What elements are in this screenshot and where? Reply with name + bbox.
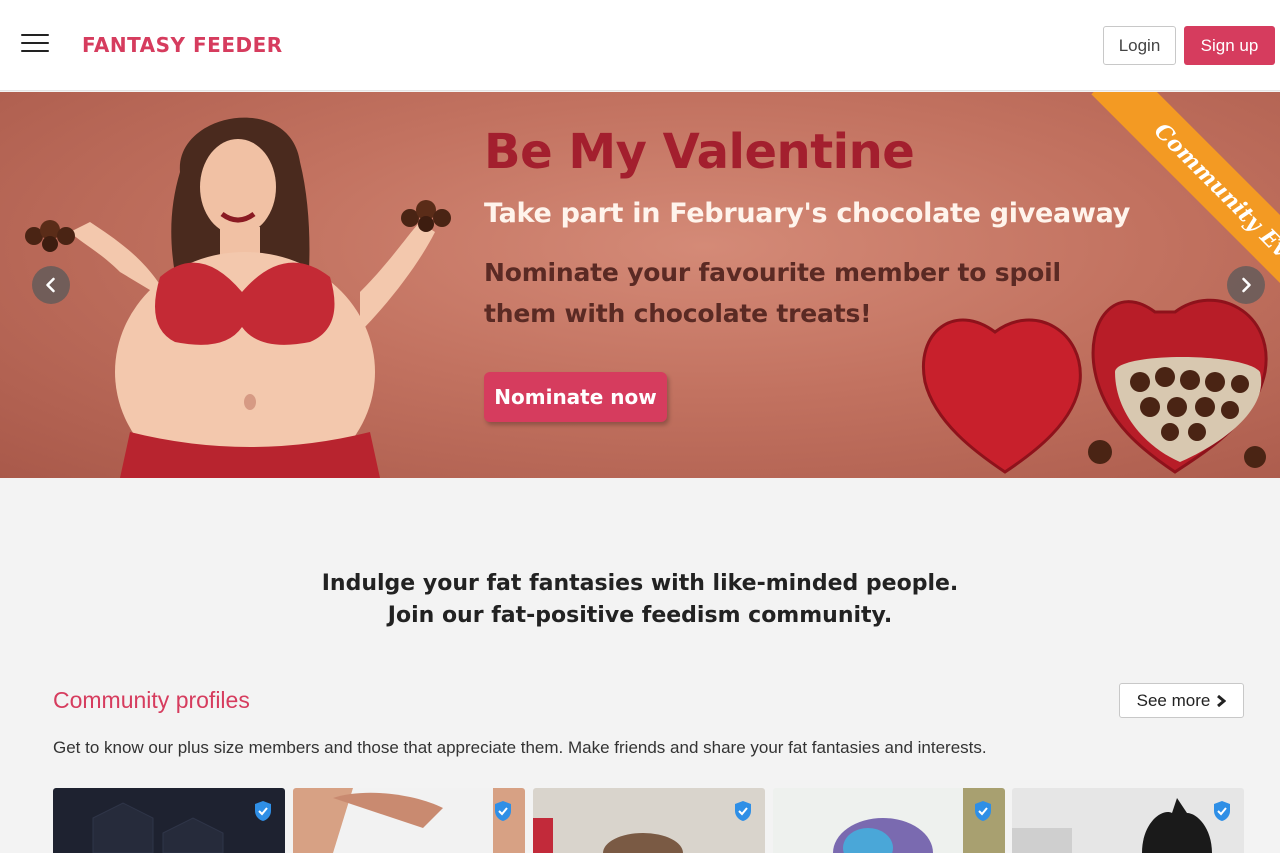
ribbon-label: Community Event [1148,117,1280,292]
see-more-button[interactable]: See more [1119,683,1244,718]
community-profiles-heading: Community profiles [53,687,250,713]
site-logo[interactable]: FANTASY FEEDER [82,33,283,57]
menu-icon[interactable] [21,34,49,54]
profile-photo [293,788,525,853]
intro-text: Indulge your fat fantasies with like-min… [0,568,1280,632]
banner-subtitle: Take part in February's chocolate giveaw… [484,198,1131,229]
profile-photo [53,788,285,853]
intro-line-2: Join our fat-positive feedism community. [387,603,893,628]
nominate-now-button[interactable]: Nominate now [484,372,667,422]
profile-photo [533,788,765,853]
profile-card[interactable] [53,788,285,853]
chevron-right-icon [1217,694,1227,707]
chocolates-right-hand [401,200,451,232]
chocolates-left-hand [25,220,75,252]
profile-card[interactable] [533,788,765,853]
profile-card[interactable] [293,788,525,853]
profile-photo [773,788,1005,853]
intro-line-1: Indulge your fat fantasies with like-min… [321,571,959,596]
top-header: FANTASY FEEDER Login Sign up [0,0,1280,91]
carousel-prev-button[interactable] [32,266,70,304]
chevron-left-icon [46,277,55,293]
chevron-right-icon [1242,277,1251,293]
login-button[interactable]: Login [1103,26,1176,65]
profile-cards [53,788,1244,853]
community-description: Get to know our plus size members and th… [53,738,987,757]
model-photo [70,117,435,478]
promo-banner[interactable]: Be My Valentine Take part in February's … [0,92,1280,478]
banner-title: Be My Valentine [484,124,915,180]
profile-card[interactable] [1012,788,1244,853]
verified-badge-icon [495,801,511,821]
verified-badge-icon [975,801,991,821]
verified-badge-icon [735,801,751,821]
signup-button[interactable]: Sign up [1184,26,1275,65]
verified-badge-icon [255,801,271,821]
see-more-label: See more [1136,690,1211,710]
verified-badge-icon [1214,801,1230,821]
profile-card[interactable] [773,788,1005,853]
profile-photo [1012,788,1244,853]
carousel-next-button[interactable] [1227,266,1265,304]
